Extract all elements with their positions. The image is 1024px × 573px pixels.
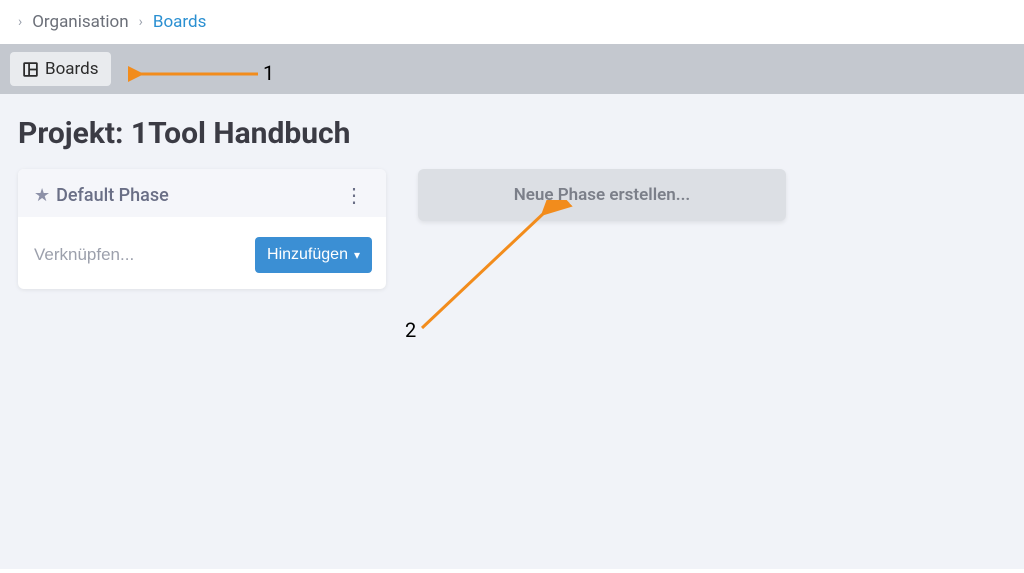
tabbar: Boards <box>0 44 1024 94</box>
cards-row: ★ Default Phase ⋮ Hinzufügen ▾ Neue Phas… <box>18 169 1006 289</box>
chevron-down-icon: ▾ <box>354 248 360 262</box>
phase-title: Default Phase <box>56 185 169 206</box>
chevron-right-icon: › <box>18 14 22 30</box>
content-area: Projekt: 1Tool Handbuch ★ Default Phase … <box>0 94 1024 569</box>
new-phase-label: Neue Phase erstellen... <box>514 185 691 205</box>
add-button-label: Hinzufügen <box>267 246 348 264</box>
phase-title-wrap: ★ Default Phase <box>34 185 169 206</box>
breadcrumb-boards[interactable]: Boards <box>153 12 207 32</box>
link-input[interactable] <box>34 245 245 265</box>
tab-boards[interactable]: Boards <box>10 52 111 86</box>
page-title: Projekt: 1Tool Handbuch <box>18 116 1006 151</box>
phase-card-header: ★ Default Phase ⋮ <box>18 169 386 217</box>
annotation-label-1: 1 <box>263 61 274 85</box>
columns-icon <box>22 61 39 78</box>
phase-card: ★ Default Phase ⋮ Hinzufügen ▾ <box>18 169 386 289</box>
phase-card-body: Hinzufügen ▾ <box>18 217 386 289</box>
breadcrumb-organisation[interactable]: Organisation <box>32 12 128 32</box>
breadcrumb: › Organisation › Boards <box>0 0 1024 44</box>
star-icon: ★ <box>34 185 50 206</box>
annotation-label-2: 2 <box>405 318 416 342</box>
new-phase-button[interactable]: Neue Phase erstellen... <box>418 169 786 221</box>
tab-boards-label: Boards <box>45 59 99 79</box>
chevron-right-icon: › <box>139 14 143 30</box>
add-button[interactable]: Hinzufügen ▾ <box>255 237 372 273</box>
kebab-menu-icon[interactable]: ⋮ <box>338 183 370 207</box>
